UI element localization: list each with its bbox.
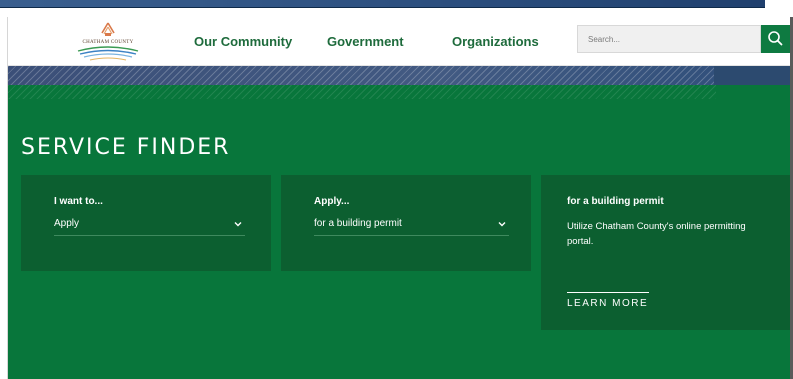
apply-label: Apply... bbox=[314, 196, 350, 207]
search-button[interactable] bbox=[761, 25, 790, 53]
site-header: CHATHAM COUNTY Our Community Government … bbox=[8, 17, 793, 66]
decorative-green-stripes bbox=[8, 85, 716, 99]
apply-selected-value: for a building permit bbox=[314, 218, 402, 229]
search-icon bbox=[768, 31, 783, 46]
apply-select[interactable]: for a building permit bbox=[314, 215, 509, 236]
nav-our-community[interactable]: Our Community bbox=[194, 34, 292, 49]
nav-organizations[interactable]: Organizations bbox=[452, 34, 539, 49]
logo-wordmark: CHATHAM COUNTY bbox=[82, 40, 134, 45]
search-box bbox=[577, 25, 762, 53]
browser-top-strip bbox=[0, 0, 765, 8]
nav-government[interactable]: Government bbox=[327, 34, 404, 49]
result-description: Utilize Chatham County's online permitti… bbox=[567, 221, 746, 247]
chevron-down-icon bbox=[234, 222, 242, 227]
i-want-to-selected-value: Apply bbox=[54, 218, 80, 229]
i-want-to-label: I want to... bbox=[54, 196, 103, 207]
search-input[interactable] bbox=[578, 26, 762, 52]
i-want-to-card: I want to... Apply bbox=[21, 175, 271, 271]
apply-card: Apply... for a building permit bbox=[281, 175, 531, 271]
i-want-to-select[interactable]: Apply bbox=[54, 215, 245, 236]
stripe-band-end bbox=[714, 66, 793, 85]
result-title: for a building permit bbox=[567, 196, 664, 207]
decorative-stripe-band bbox=[8, 66, 793, 85]
page-frame: CHATHAM COUNTY Our Community Government … bbox=[7, 17, 793, 379]
learn-more-link[interactable]: LEARN MORE bbox=[567, 292, 649, 309]
result-card: for a building permit Utilize Chatham Co… bbox=[541, 175, 791, 330]
site-logo[interactable]: CHATHAM COUNTY bbox=[56, 20, 160, 66]
chevron-down-icon bbox=[498, 222, 506, 227]
page-title: SERVICE FINDER bbox=[21, 135, 231, 160]
